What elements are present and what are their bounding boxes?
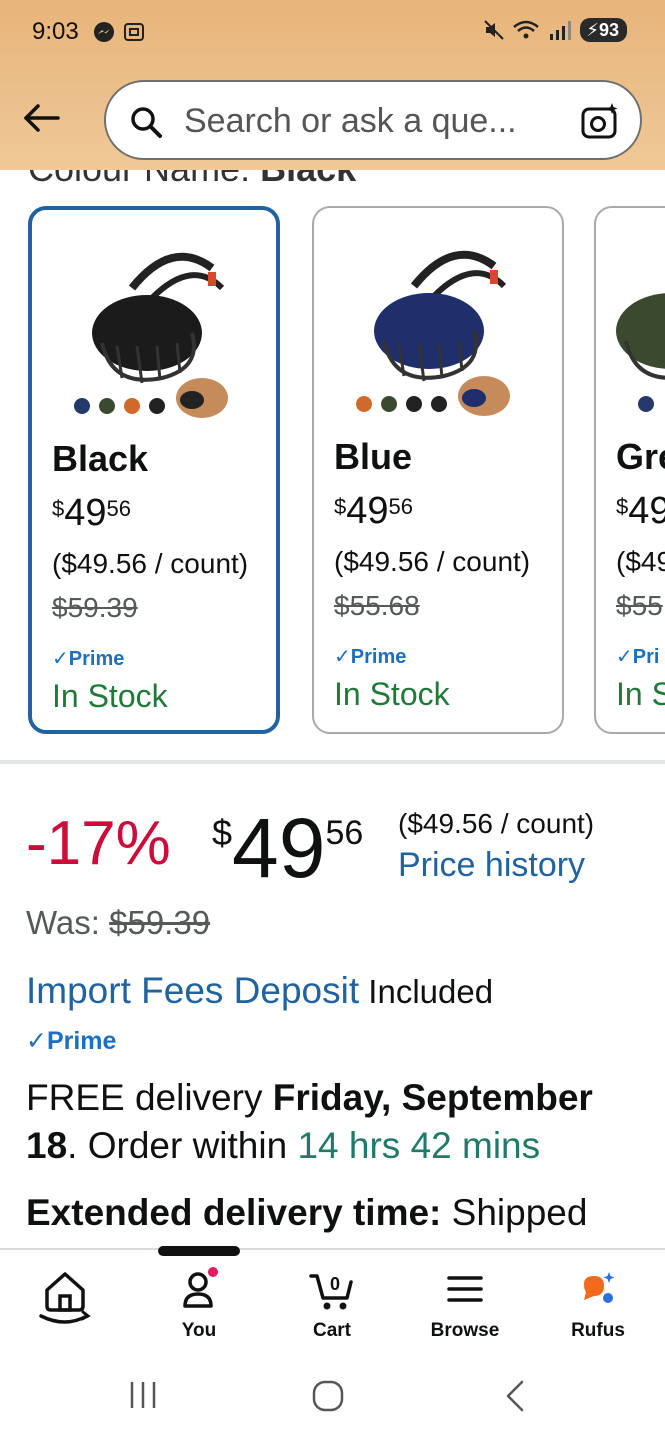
variant-card-black[interactable]: Black $4956 ($49.56 / count) $59.39 ✓Pri…: [28, 206, 280, 734]
rufus-icon: [584, 1272, 615, 1303]
price-symbol: $: [52, 496, 65, 521]
variant-card-green[interactable]: Gre $49 ($49 $55 ✓Pri In S: [594, 206, 665, 734]
active-tab-indicator: [158, 1246, 240, 1256]
variant-prime-badge: ✓Prime: [334, 646, 407, 668]
status-time: 9:03: [32, 18, 79, 45]
price-history-link[interactable]: Price history: [398, 846, 585, 885]
variant-price: $4956: [52, 492, 131, 535]
search-placeholder: Search or ask a que...: [184, 102, 517, 140]
mute-icon: [484, 20, 505, 40]
section-divider: [0, 760, 665, 764]
import-fees-row: Import Fees Deposit Included: [26, 970, 493, 1012]
status-right: ⚡93: [482, 18, 627, 42]
import-fees-link[interactable]: Import Fees Deposit: [26, 970, 359, 1011]
variant-was-price: $55.68: [334, 590, 420, 621]
app-header: 9:03 ⚡93 Search or ask a que...: [0, 0, 665, 170]
delivery-free-text: FREE delivery: [26, 1077, 273, 1118]
muzzle-blue-image: [356, 250, 510, 416]
prime-label: Prime: [46, 1027, 117, 1055]
variant-carousel[interactable]: Black $4956 ($49.56 / count) $59.39 ✓Pri…: [0, 206, 665, 741]
extended-delivery-value: Shipped: [441, 1192, 588, 1233]
import-fees-status: Included: [359, 973, 494, 1010]
delivery-countdown: 14 hrs 42 mins: [297, 1125, 541, 1166]
system-back-icon[interactable]: [500, 1378, 530, 1414]
wifi-icon: [513, 20, 540, 39]
delivery-message: FREE delivery Friday, September 18. Orde…: [26, 1074, 636, 1170]
prime-label: Prime: [350, 646, 407, 668]
prime-label: Prime: [68, 648, 125, 670]
nav-rufus[interactable]: Rufus: [543, 1266, 653, 1350]
cart-count: 0: [330, 1274, 340, 1294]
variant-name: Blue: [334, 436, 413, 477]
discount-percent: -17%: [26, 809, 171, 878]
variant-price: $49: [616, 490, 665, 533]
variant-price: $4956: [334, 490, 413, 533]
was-label: Was:: [26, 904, 110, 941]
price-fraction: 56: [325, 814, 364, 852]
prime-badge: ✓Prime: [26, 1027, 117, 1055]
home-button-icon[interactable]: [310, 1378, 346, 1414]
price-whole: 49: [232, 801, 326, 895]
variant-name: Gre: [616, 436, 665, 477]
variant-prime-badge: ✓Prime: [52, 648, 125, 670]
screenshot-icon: [124, 23, 144, 41]
variant-was-price: $55: [616, 590, 663, 621]
variant-stock-status: In Stock: [52, 678, 168, 714]
nav-browse[interactable]: Browse: [410, 1266, 520, 1350]
was-price: $59.39: [109, 904, 211, 941]
battery-indicator: ⚡93: [580, 18, 627, 42]
variant-was-price: $59.39: [52, 592, 138, 623]
variant-prime-badge: ✓Pri: [616, 646, 660, 668]
variant-unit-price: ($49.56 / count): [52, 548, 249, 579]
price-fraction: 56: [388, 494, 414, 519]
current-price: $4956: [212, 800, 363, 897]
profile-icon: [183, 1267, 218, 1308]
price-fraction: 56: [106, 496, 132, 521]
status-bar: 9:03 ⚡93: [0, 0, 665, 62]
back-arrow-icon[interactable]: [22, 98, 62, 138]
price-symbol: $: [334, 494, 347, 519]
variant-unit-price: ($49.56 / count): [334, 546, 531, 577]
bottom-nav: You 0 Cart Browse Rufus: [0, 1248, 665, 1348]
search-bar[interactable]: Search or ask a que...: [104, 80, 642, 160]
prime-label: Pri: [632, 646, 660, 668]
home-icon: [39, 1272, 91, 1324]
variant-stock-status: In S: [616, 676, 665, 712]
system-nav-bar: [0, 1348, 665, 1440]
nav-rufus-label: Rufus: [571, 1320, 625, 1341]
nav-home[interactable]: [10, 1266, 120, 1350]
product-page: 9:03 ⚡93 Search or ask a que... Black $4…: [0, 0, 665, 1440]
nav-browse-label: Browse: [430, 1320, 500, 1341]
price-symbol: $: [616, 494, 629, 519]
signal-icon: [550, 21, 572, 40]
unit-price: ($49.56 / count): [398, 808, 595, 839]
variant-name: Black: [52, 438, 149, 479]
variant-unit-price: ($49: [616, 546, 665, 577]
camera-search-icon[interactable]: [578, 100, 622, 144]
variant-stock-status: In Stock: [334, 676, 450, 712]
nav-you[interactable]: You: [144, 1266, 254, 1350]
nav-you-label: You: [181, 1320, 217, 1341]
search-icon: [131, 107, 162, 138]
extended-delivery-row: Extended delivery time: Shipped: [26, 1192, 587, 1234]
battery-level: 93: [598, 20, 619, 40]
was-price-row: Was: $59.39: [26, 904, 210, 942]
delivery-order-text: . Order within: [67, 1125, 298, 1166]
price-symbol: $: [212, 812, 233, 853]
extended-delivery-label: Extended delivery time:: [26, 1192, 442, 1233]
price-whole: 49: [64, 492, 107, 534]
menu-icon: [447, 1276, 483, 1302]
messenger-icon: [94, 22, 114, 42]
nav-cart-label: Cart: [312, 1320, 351, 1341]
muzzle-green-image: [616, 293, 665, 412]
recent-apps-icon[interactable]: [126, 1378, 160, 1412]
variant-card-blue[interactable]: Blue $4956 ($49.56 / count) $55.68 ✓Prim…: [312, 206, 564, 734]
cart-icon: 0: [309, 1274, 353, 1310]
nav-cart[interactable]: 0 Cart: [277, 1266, 387, 1350]
muzzle-black-image: [74, 252, 228, 418]
price-whole: 49: [346, 490, 389, 532]
price-whole: 49: [628, 490, 665, 532]
